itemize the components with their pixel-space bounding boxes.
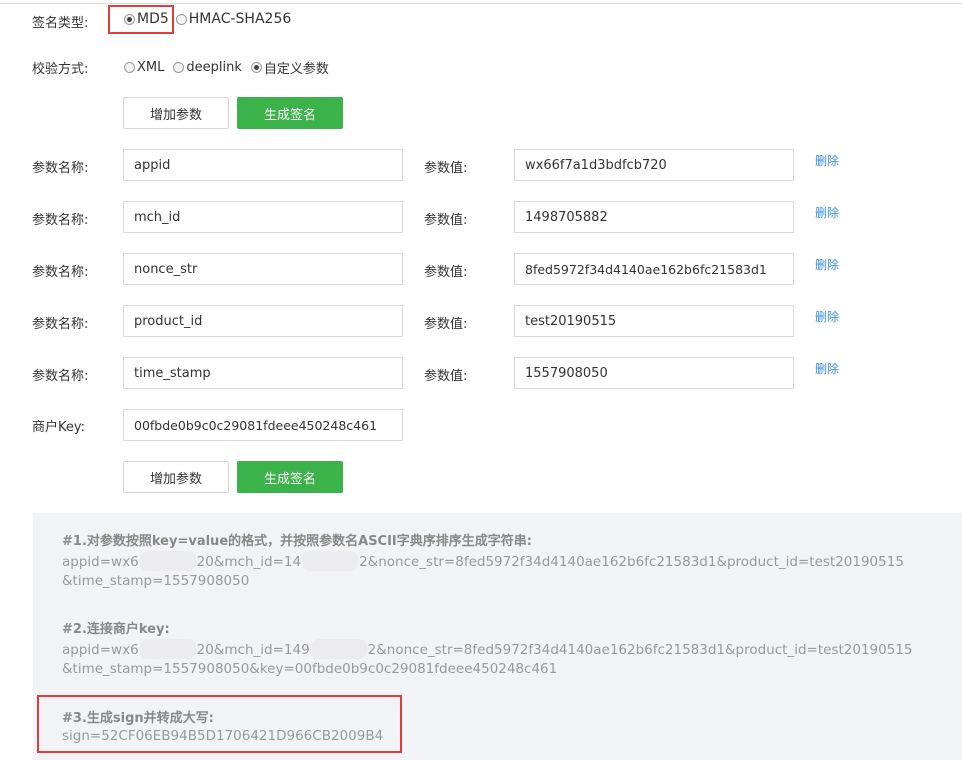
step1-line1-part-b: 20&mch_id=14 [196, 554, 302, 570]
delete-param-link[interactable]: 删除 [815, 360, 839, 377]
delete-param-link[interactable]: 删除 [815, 308, 839, 325]
param-name-input[interactable]: mch_id [123, 201, 403, 233]
param-value-input[interactable]: 8fed5972f34d4140ae162b6fc21583d1 [514, 253, 794, 285]
highlight-sign-box [37, 695, 402, 753]
step1-line1-part-c: 2&nonce_str=8fed5972f34d4140ae162b6fc215… [359, 554, 904, 570]
param-name-input[interactable]: time_stamp [123, 357, 403, 389]
param-name-label: 参数名称: [32, 213, 89, 228]
delete-param-link[interactable]: 删除 [815, 152, 839, 169]
param-value-input[interactable]: wx66f7a1d3bdfcb720 [514, 149, 794, 181]
radio-custom-label: 自定义参数 [263, 62, 329, 77]
radio-custom-params[interactable]: 自定义参数 [250, 58, 329, 77]
sign-type-label: 签名类型: [32, 16, 89, 31]
merchant-key-input[interactable]: 00fbde0b9c0c29081fdeee450248c461 [123, 409, 403, 441]
param-value-label: 参数值: [424, 369, 468, 384]
add-param-button[interactable]: 增加参数 [123, 97, 229, 129]
param-name-label: 参数名称: [32, 161, 89, 176]
param-name-label: 参数名称: [32, 369, 89, 384]
radio-deeplink[interactable]: deeplink [173, 60, 242, 75]
param-value-label: 参数值: [424, 161, 468, 176]
step2-title: #2.连接商户key: [62, 622, 170, 637]
step2-line1-part-b: 20&mch_id=149 [196, 642, 310, 658]
generate-sign-button[interactable]: 生成签名 [237, 97, 343, 129]
radio-xml[interactable]: XML [124, 60, 164, 75]
delete-param-link[interactable]: 删除 [815, 256, 839, 273]
redacted-blur [302, 551, 359, 571]
param-value-input[interactable]: 1498705882 [514, 201, 794, 233]
generate-sign-button[interactable]: 生成签名 [237, 461, 343, 493]
step2-line1: appid=wx6 20&mch_id=149 2&nonce_str=8fed59… [62, 639, 913, 659]
highlight-md5-box [108, 5, 174, 34]
step2-line1-part-a: appid=wx6 [62, 642, 139, 658]
step1-title: #1.对参数按照key=value的格式，并按照参数名ASCII字典序排序生成字… [62, 534, 532, 549]
param-value-input[interactable]: test20190515 [514, 305, 794, 337]
step1-line2: &time_stamp=1557908050 [62, 573, 250, 589]
param-name-input[interactable]: appid [123, 149, 403, 181]
step1-line1: appid=wx6 20&mch_id=14 2&nonce_str=8fed597… [62, 551, 904, 571]
verify-mode-radio-group: XML deeplink 自定义参数 [124, 58, 332, 77]
add-param-button[interactable]: 增加参数 [123, 461, 229, 493]
radio-deeplink-label: deeplink [186, 60, 242, 75]
merchant-key-label: 商户Key: [32, 420, 86, 435]
step2-line2: &time_stamp=1557908050&key=00fbde0b9c0c2… [62, 661, 558, 677]
param-name-input[interactable]: product_id [123, 305, 403, 337]
step1-line1-part-a: appid=wx6 [62, 554, 139, 570]
step2-line1-part-c: 2&nonce_str=8fed5972f34d4140ae162b6fc215… [367, 642, 913, 658]
radio-dot-icon [124, 62, 135, 73]
radio-dot-icon [173, 62, 185, 73]
top-divider [0, 3, 962, 4]
param-value-label: 参数值: [424, 265, 468, 280]
param-value-label: 参数值: [424, 213, 468, 228]
param-name-label: 参数名称: [32, 317, 89, 332]
radio-xml-label: XML [137, 60, 165, 75]
verify-mode-label: 校验方式: [32, 62, 89, 77]
radio-hmac-sha256[interactable]: HMAC-SHA256 [175, 11, 292, 27]
radio-hmac-label: HMAC-SHA256 [188, 11, 292, 27]
param-value-label: 参数值: [424, 317, 468, 332]
param-value-input[interactable]: 1557908050 [514, 357, 794, 389]
radio-dot-icon [250, 62, 262, 73]
redacted-blur [139, 639, 196, 659]
radio-dot-icon [175, 13, 187, 25]
delete-param-link[interactable]: 删除 [815, 204, 839, 221]
redacted-blur [310, 639, 367, 659]
param-name-label: 参数名称: [32, 265, 89, 280]
param-name-input[interactable]: nonce_str [123, 253, 403, 285]
redacted-blur [139, 551, 196, 571]
